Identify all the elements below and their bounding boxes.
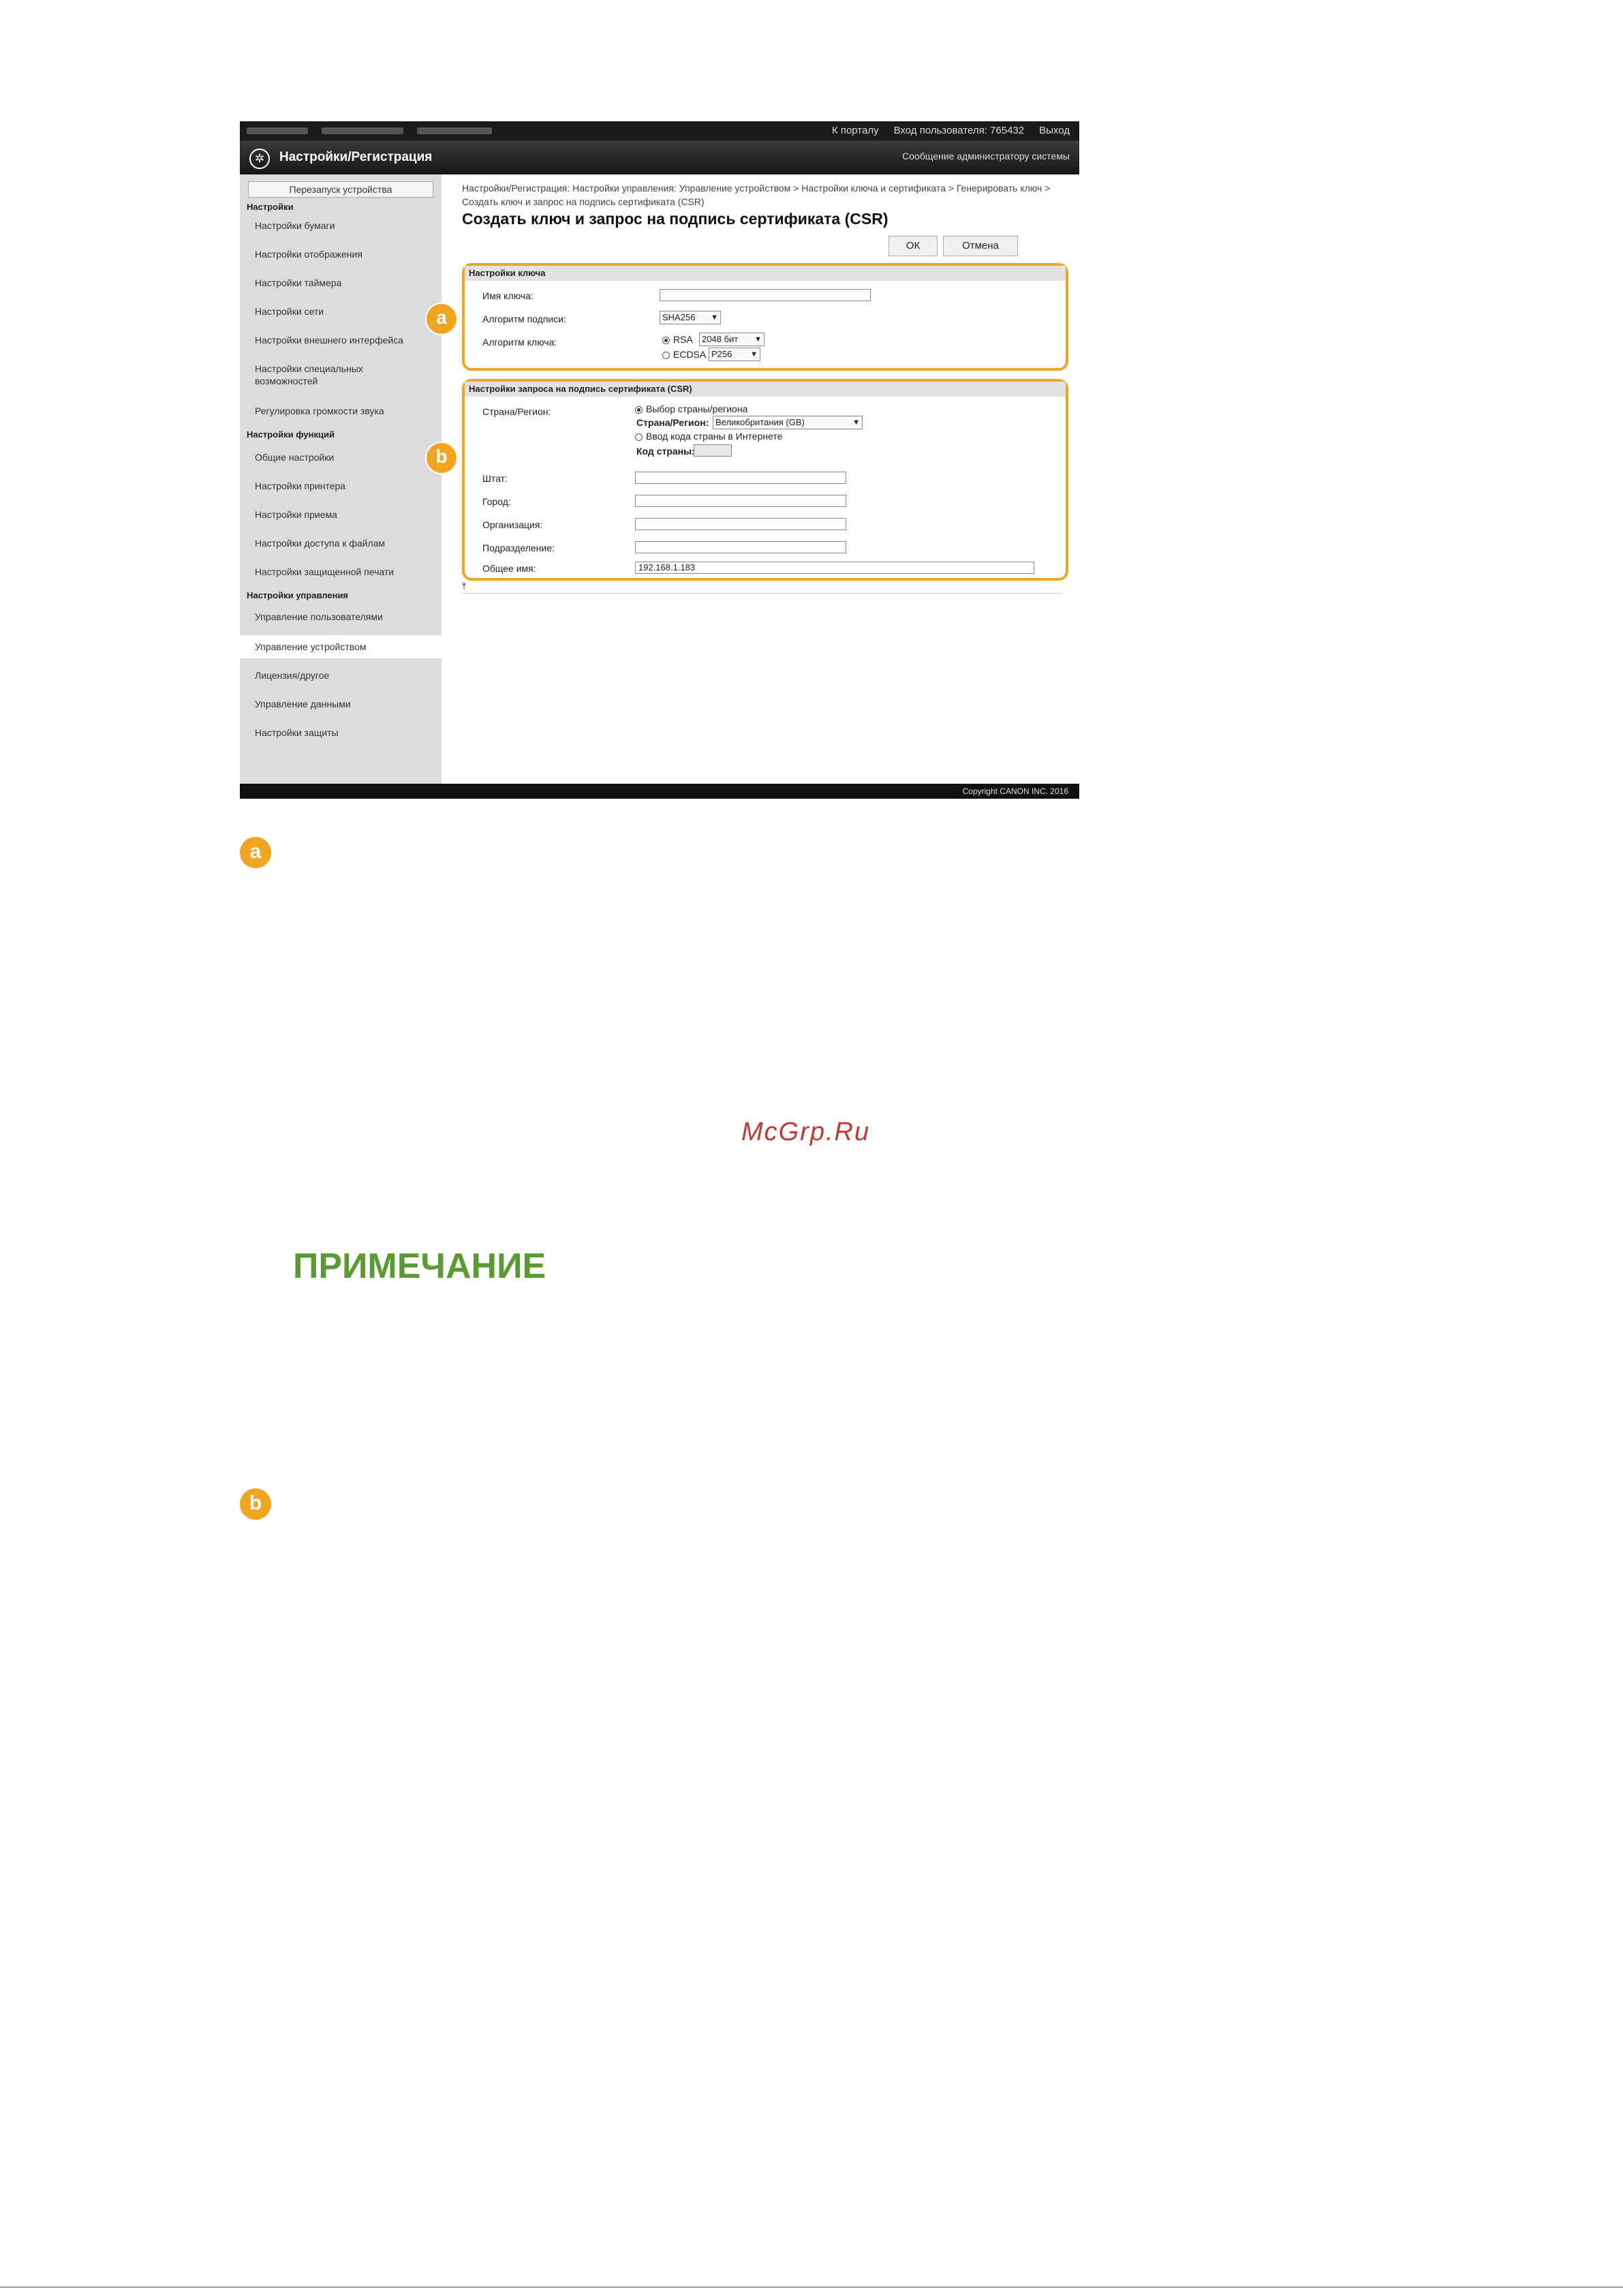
country-value: Великобритания (GB) bbox=[715, 417, 805, 427]
chevron-down-icon: ▼ bbox=[754, 335, 762, 343]
admin-message-link[interactable]: Сообщение администратору системы bbox=[902, 151, 1070, 162]
state-label: Штат: bbox=[482, 473, 508, 484]
back-to-top-icon[interactable]: ⤒ bbox=[462, 581, 466, 592]
ui-footer: Copyright CANON INC. 2016 bbox=[240, 784, 1079, 799]
sidebar-item-display[interactable]: Настройки отображения bbox=[255, 248, 432, 260]
logout-link[interactable]: Выход bbox=[1039, 125, 1070, 136]
sidebar-section-settings: Настройки bbox=[247, 202, 294, 212]
country-sub-label: Страна/Регион: bbox=[636, 417, 709, 428]
sidebar: Перезапуск устройства Настройки Настройк… bbox=[240, 174, 442, 784]
callout-a-badge: a bbox=[425, 303, 458, 335]
chevron-down-icon: ▼ bbox=[711, 313, 718, 322]
page-title: Создать ключ и запрос на подпись сертифи… bbox=[462, 210, 888, 228]
sidebar-item-device-management[interactable]: Управление устройством bbox=[240, 635, 442, 658]
sidebar-item-general[interactable]: Общие настройки bbox=[255, 451, 432, 463]
sidebar-item-receive[interactable]: Настройки приема bbox=[255, 508, 432, 521]
callout-b-badge: b bbox=[425, 442, 458, 474]
divider bbox=[462, 593, 1063, 594]
login-label-text: Вход пользователя: bbox=[893, 125, 987, 136]
sidebar-item-printer[interactable]: Настройки принтера bbox=[255, 480, 432, 492]
country-code-input[interactable] bbox=[694, 444, 732, 457]
top-links: К порталу Вход пользователя: 765432 Выхо… bbox=[832, 125, 1070, 136]
common-name-label: Общее имя: bbox=[482, 563, 536, 574]
sidebar-item-paper[interactable]: Настройки бумаги bbox=[255, 219, 432, 232]
state-input[interactable] bbox=[635, 472, 846, 484]
blurred-tab bbox=[417, 127, 492, 134]
sidebar-item-users[interactable]: Управление пользователями bbox=[255, 611, 432, 623]
ecdsa-radio[interactable] bbox=[662, 352, 670, 359]
select-country-option-label: Выбор страны/региона bbox=[646, 403, 748, 414]
city-input[interactable] bbox=[635, 495, 846, 507]
ui-screenshot: К порталу Вход пользователя: 765432 Выхо… bbox=[240, 121, 1079, 799]
sidebar-item-timer[interactable]: Настройки таймера bbox=[255, 277, 432, 289]
key-settings-heading: Настройки ключа bbox=[465, 266, 1066, 281]
country-code-label: Код страны: bbox=[636, 446, 695, 457]
rsa-length-select[interactable]: 2048 бит ▼ bbox=[699, 333, 764, 346]
login-label: Вход пользователя: 765432 bbox=[894, 125, 1025, 136]
unit-label: Подразделение: bbox=[482, 542, 555, 553]
organization-label: Организация: bbox=[482, 519, 543, 530]
cancel-button[interactable]: Отмена bbox=[943, 236, 1018, 256]
signature-algorithm-label: Алгоритм подписи: bbox=[482, 313, 566, 324]
app-header: ✲ Настройки/Регистрация Сообщение админи… bbox=[240, 140, 1079, 174]
sidebar-item-secure-print[interactable]: Настройки защищенной печати bbox=[255, 566, 432, 578]
rsa-label: RSA bbox=[673, 334, 693, 345]
main-content: Настройки/Регистрация: Настройки управле… bbox=[425, 174, 1079, 784]
sidebar-section-function: Настройки функций bbox=[247, 429, 335, 440]
ecdsa-curve-select[interactable]: P256 ▼ bbox=[709, 348, 760, 361]
sidebar-item-license[interactable]: Лицензия/другое bbox=[255, 669, 432, 682]
common-name-input[interactable]: 192.168.1.183 bbox=[635, 562, 1034, 574]
city-label: Город: bbox=[482, 496, 511, 507]
csr-settings-panel: Настройки запроса на подпись сертификата… bbox=[462, 379, 1068, 581]
chevron-down-icon: ▼ bbox=[852, 418, 860, 427]
section-a-badge: a bbox=[240, 837, 271, 868]
rsa-length-value: 2048 бит bbox=[702, 334, 739, 344]
csr-settings-heading: Настройки запроса на подпись сертификата… bbox=[465, 382, 1066, 397]
watermark-text: McGrp.Ru bbox=[741, 1118, 871, 1146]
app-title: Настройки/Регистрация bbox=[279, 150, 433, 164]
sidebar-item-security[interactable]: Настройки защиты bbox=[255, 726, 432, 739]
ecdsa-curve-value: P256 bbox=[711, 349, 732, 359]
settings-logo-icon: ✲ bbox=[249, 149, 270, 169]
user-id: 765432 bbox=[990, 125, 1025, 136]
select-country-radio[interactable] bbox=[635, 406, 643, 414]
country-label: Страна/Регион: bbox=[482, 406, 551, 417]
portal-link[interactable]: К порталу bbox=[832, 125, 879, 136]
note-heading: ПРИМЕЧАНИЕ bbox=[293, 1246, 546, 1286]
unit-input[interactable] bbox=[635, 541, 846, 553]
sidebar-item-file-access[interactable]: Настройки доступа к файлам bbox=[255, 537, 432, 549]
signature-algorithm-value: SHA256 bbox=[662, 312, 696, 322]
internet-code-option-label: Ввод кода страны в Интернете bbox=[646, 431, 783, 442]
key-name-input[interactable] bbox=[660, 289, 871, 301]
sidebar-item-accessibility[interactable]: Настройки специальных возможностей bbox=[255, 363, 391, 387]
chevron-down-icon: ▼ bbox=[750, 350, 758, 358]
ecdsa-label: ECDSA bbox=[673, 349, 707, 360]
key-name-label: Имя ключа: bbox=[482, 290, 534, 301]
browser-top-strip: К порталу Вход пользователя: 765432 Выхо… bbox=[240, 121, 1079, 140]
sidebar-item-network[interactable]: Настройки сети bbox=[255, 305, 432, 318]
blurred-tab bbox=[322, 127, 403, 134]
breadcrumb: Настройки/Регистрация: Настройки управле… bbox=[462, 183, 1051, 207]
sidebar-section-management: Настройки управления bbox=[247, 590, 349, 600]
signature-algorithm-select[interactable]: SHA256 ▼ bbox=[660, 311, 721, 324]
sidebar-item-external-interface[interactable]: Настройки внешнего интерфейса bbox=[255, 334, 432, 346]
blurred-tab bbox=[247, 127, 308, 134]
key-settings-panel: Настройки ключа Имя ключа: Алгоритм подп… bbox=[462, 263, 1068, 371]
sidebar-item-volume[interactable]: Регулировка громкости звука bbox=[255, 405, 432, 417]
internet-code-radio[interactable] bbox=[635, 433, 643, 441]
rsa-radio[interactable] bbox=[662, 337, 670, 344]
page-bottom-rule bbox=[0, 2286, 1623, 2288]
country-select[interactable]: Великобритания (GB) ▼ bbox=[713, 416, 863, 429]
ok-button[interactable]: ОК bbox=[888, 236, 938, 256]
organization-input[interactable] bbox=[635, 518, 846, 530]
section-b-badge: b bbox=[240, 1488, 271, 1520]
sidebar-item-data-management[interactable]: Управление данными bbox=[255, 698, 432, 710]
copyright-text: Copyright CANON INC. 2016 bbox=[962, 786, 1068, 796]
key-algorithm-label: Алгоритм ключа: bbox=[482, 337, 557, 348]
reboot-button[interactable]: Перезапуск устройства bbox=[248, 181, 433, 198]
